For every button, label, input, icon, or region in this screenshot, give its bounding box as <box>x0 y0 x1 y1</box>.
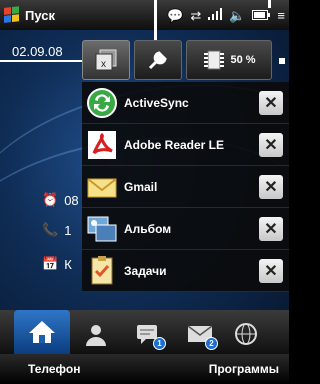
sync-icon[interactable]: ⇄ <box>190 9 201 22</box>
left-softkey[interactable]: Телефон <box>28 362 80 376</box>
album-icon <box>86 213 118 245</box>
app-name: Gmail <box>124 179 158 194</box>
start-label: Пуск <box>25 7 55 23</box>
home-date: 02.09.08 <box>12 44 63 59</box>
unread-badge: 1 <box>153 337 166 350</box>
volume-icon[interactable]: 🔈 <box>229 9 245 22</box>
callout-line <box>268 0 271 8</box>
home-row-text: 1 <box>64 222 72 238</box>
calendar-icon: 📅 <box>42 256 59 271</box>
list-item[interactable]: Adobe Reader LE ✕ <box>82 124 289 166</box>
softkey-bar: Телефон Программы <box>0 354 289 384</box>
callout-line <box>0 60 82 62</box>
running-programs-icon: x <box>94 48 118 72</box>
svg-text:x: x <box>101 59 106 70</box>
list-item[interactable]: Gmail ✕ <box>82 166 289 208</box>
tab-home[interactable] <box>14 310 70 354</box>
running-programs-list: ActiveSync ✕ Adobe Reader LE ✕ Gmail ✕ А… <box>82 82 289 292</box>
home-row-alarm[interactable]: ⏰ 08 <box>42 192 79 208</box>
app-name: Альбом <box>124 221 172 236</box>
close-button[interactable]: ✕ <box>259 175 283 199</box>
home-row-calendar[interactable]: 📅 К <box>42 256 72 272</box>
menu-icon[interactable]: ≡ <box>277 9 285 22</box>
memory-chip-icon <box>202 48 226 72</box>
memory-tab[interactable]: 50 % <box>186 40 272 80</box>
home-icon <box>29 321 55 343</box>
home-row-calls[interactable]: 📞 1 <box>42 222 71 238</box>
unread-badge: 2 <box>205 337 218 350</box>
phone-icon: 📞 <box>42 222 59 237</box>
memory-usage-label: 50 % <box>230 54 256 66</box>
settings-tab[interactable] <box>134 40 182 80</box>
tab-people[interactable] <box>70 314 122 354</box>
right-softkey[interactable]: Программы <box>209 362 279 376</box>
globe-icon <box>235 323 257 345</box>
tab-internet[interactable] <box>226 314 266 354</box>
callout-line <box>154 0 157 42</box>
close-button[interactable]: ✕ <box>259 217 283 241</box>
list-item[interactable]: Альбом ✕ <box>82 208 289 250</box>
task-manager-tabs: x 50 % <box>82 40 289 82</box>
gmail-icon <box>86 171 118 203</box>
tab-bar: 1 2 <box>0 310 289 354</box>
close-button[interactable]: ✕ <box>259 259 283 283</box>
list-item[interactable]: ActiveSync ✕ <box>82 82 289 124</box>
list-item[interactable]: Задачи ✕ <box>82 250 289 292</box>
tasks-icon <box>86 255 118 287</box>
activesync-icon <box>86 87 118 119</box>
close-button[interactable]: ✕ <box>259 91 283 115</box>
person-icon <box>86 325 106 346</box>
windows-flag-icon <box>4 6 20 24</box>
adobe-reader-icon <box>86 129 118 161</box>
running-programs-tab[interactable]: x <box>82 40 130 80</box>
battery-icon[interactable] <box>252 9 271 22</box>
home-row-text: К <box>64 256 72 272</box>
home-row-text: 08 <box>64 192 79 208</box>
start-button[interactable]: Пуск <box>0 0 55 30</box>
app-name: ActiveSync <box>124 95 189 110</box>
app-name: Adobe Reader LE <box>124 137 225 152</box>
alarm-clock-icon: ⏰ <box>42 192 59 207</box>
tab-email[interactable]: 2 <box>174 314 226 354</box>
wrench-icon <box>146 48 170 72</box>
close-button[interactable]: ✕ <box>259 133 283 157</box>
app-name: Задачи <box>124 263 167 278</box>
signal-icon[interactable] <box>208 8 223 22</box>
chat-icon[interactable]: 💬 <box>167 9 183 22</box>
status-bar: Пуск 💬 ⇄ 🔈 ≡ <box>0 0 289 30</box>
tab-messages[interactable]: 1 <box>122 314 174 354</box>
